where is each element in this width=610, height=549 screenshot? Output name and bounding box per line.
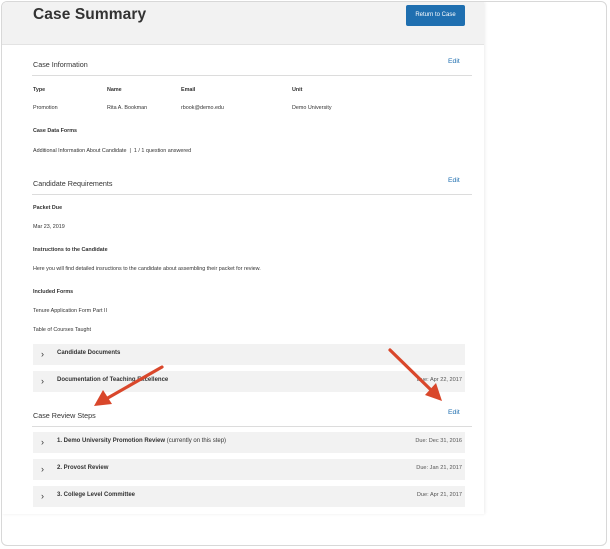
candidate-name-value: Rita A. Bookman — [107, 105, 148, 111]
review-step-due-date: Due: Dec 31, 2016 — [415, 438, 462, 444]
review-step-name: 1. Demo University Promotion Review — [57, 438, 166, 444]
column-header-name: Name — [107, 87, 122, 93]
case-review-steps-edit-link[interactable]: Edit — [448, 409, 460, 416]
divider — [32, 75, 472, 76]
review-step-title: 1. Demo University Promotion Review (cur… — [57, 438, 226, 444]
case-summary-card: Case Summary Return to Case Case Informa… — [2, 2, 484, 514]
return-to-case-button[interactable]: Return to Case — [406, 5, 465, 26]
page-title: Case Summary — [33, 6, 147, 23]
review-step-2[interactable]: › 2. Provost Review Due: Jan 21, 2017 — [33, 459, 465, 480]
case-review-steps-title: Case Review Steps — [33, 411, 96, 420]
unit-value: Demo University — [292, 105, 332, 111]
divider — [32, 426, 472, 427]
packet-due-value: Mar 23, 2019 — [33, 224, 65, 230]
review-step-3[interactable]: › 3. College Level Committee Due: Apr 21… — [33, 486, 465, 507]
review-step-due-date: Due: Apr 21, 2017 — [416, 492, 462, 498]
accordion-candidate-documents[interactable]: › Candidate Documents — [33, 344, 465, 365]
chevron-right-icon: › — [41, 464, 44, 474]
chevron-right-icon: › — [41, 437, 44, 447]
review-step-due-date: Due: Jan 21, 2017 — [416, 465, 462, 471]
current-step-note: (currently on this step) — [166, 438, 227, 444]
included-form-item: Tenure Application Form Part II — [33, 308, 108, 314]
case-type-value: Promotion — [33, 105, 58, 111]
accordion-documentation-of-teaching-excellence[interactable]: › Documentation of Teaching Excellence D… — [33, 371, 465, 392]
chevron-right-icon: › — [41, 376, 44, 386]
accordion-due-date: Due: Apr 22, 2017 — [416, 377, 462, 383]
accordion-title: Documentation of Teaching Excellence — [57, 377, 169, 383]
divider — [32, 194, 472, 195]
chevron-right-icon: › — [41, 491, 44, 501]
candidate-requirements-edit-link[interactable]: Edit — [448, 177, 460, 184]
review-step-title: 2. Provost Review — [57, 465, 109, 471]
instructions-label: Instructions to the Candidate — [33, 247, 108, 253]
case-data-forms-value: Additional Information About Candidate |… — [33, 148, 192, 154]
instructions-value: Here you will find detailed insructions … — [33, 266, 261, 272]
column-header-type: Type — [33, 87, 46, 93]
case-data-forms-label: Case Data Forms — [33, 128, 78, 134]
case-information-title: Case Information — [33, 60, 88, 69]
accordion-title: Candidate Documents — [57, 350, 121, 356]
included-form-item: Table of Courses Taught — [33, 327, 92, 333]
included-forms-label: Included Forms — [33, 289, 74, 295]
page-header: Case Summary Return to Case — [2, 2, 484, 45]
candidate-email-value: rbook@demo.edu — [181, 105, 224, 111]
chevron-right-icon: › — [41, 349, 44, 359]
case-information-edit-link[interactable]: Edit — [448, 58, 460, 65]
candidate-requirements-title: Candidate Requirements — [33, 179, 113, 188]
review-step-title: 3. College Level Committee — [57, 492, 136, 498]
packet-due-label: Packet Due — [33, 205, 63, 211]
review-step-1[interactable]: › 1. Demo University Promotion Review (c… — [33, 432, 465, 453]
column-header-unit: Unit — [292, 87, 303, 93]
app-window: Case Summary Return to Case Case Informa… — [1, 1, 607, 546]
column-header-email: Email — [181, 87, 196, 93]
